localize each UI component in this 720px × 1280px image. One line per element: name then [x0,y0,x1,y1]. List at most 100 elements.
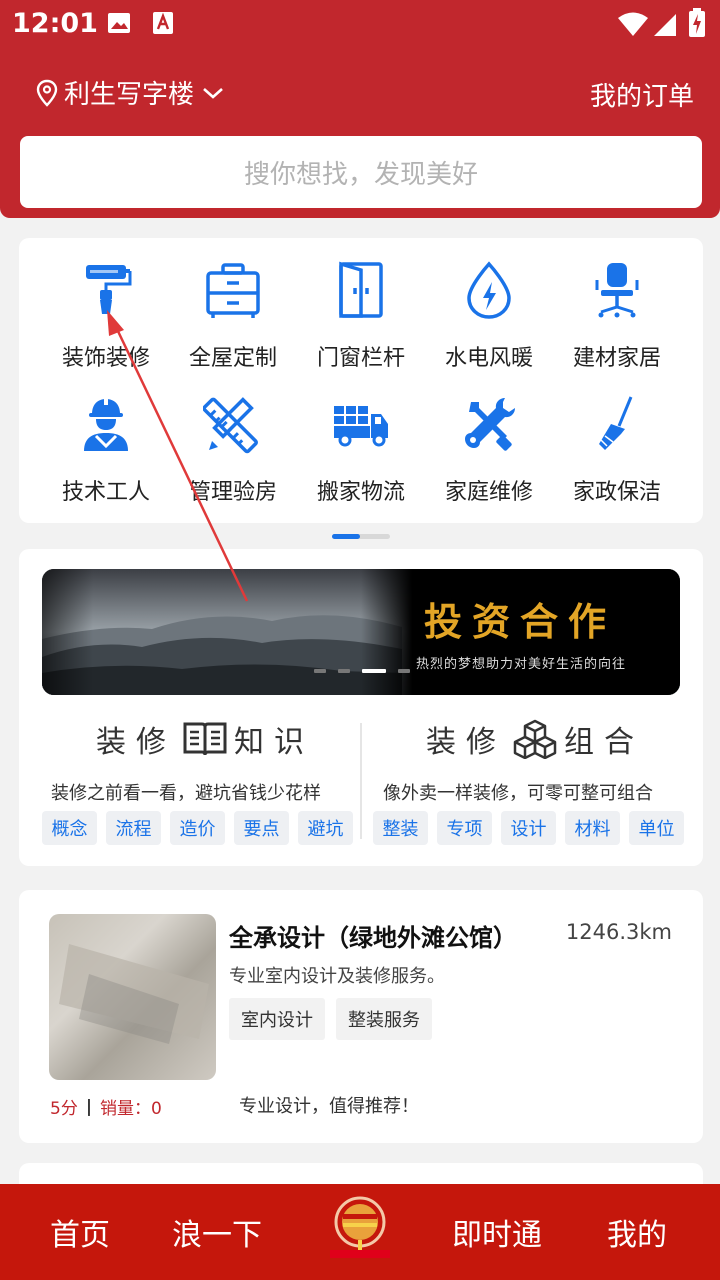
cubes-icon [513,719,557,759]
category-technicians[interactable]: 技术工人 [41,394,171,506]
category-inspection[interactable]: 管理验房 [168,394,298,506]
knowledge-tag[interactable]: 要点 [234,811,289,845]
section-divider [360,723,362,839]
shop-name: 全承设计（绿地外滩公馆） [229,924,517,952]
status-bar: 12:01 [0,0,720,50]
search-input[interactable]: 搜你想找，发现美好 [20,136,702,208]
image-notification-icon [108,13,130,33]
combo-tag[interactable]: 设计 [501,811,556,845]
cabinet-icon [206,263,260,318]
nav-home[interactable]: 首页 [50,1210,110,1254]
banner-subtitle: 热烈的梦想助力对美好生活的向往 [416,657,627,672]
knowledge-tag[interactable]: 流程 [106,811,161,845]
door-icon [339,261,383,318]
category-label: 家政保洁 [572,480,661,505]
category-plumbing-electric[interactable]: 水电风暖 [424,260,554,372]
shop-card[interactable]: 全承设计（绿地外滩公馆） 1246.3km 专业室内设计及装修服务。 室内设计 … [19,890,703,1143]
header: 12:01 利生写字楼 我的订单 搜你想找，发现美好 [0,0,720,218]
shop-description: 专业室内设计及装修服务。 [229,966,445,987]
category-building-materials[interactable]: 建材家居 [552,260,682,372]
category-housekeeping[interactable]: 家政保洁 [552,394,682,506]
location-label: 利生写字楼 [64,80,195,110]
category-home-repair[interactable]: 家庭维修 [424,394,554,506]
shop-note: 专业设计，值得推荐！ [239,1096,419,1117]
combo-tag[interactable]: 单位 [629,811,684,845]
category-grid: 装饰装修 全屋定制 门窗栏杆 水电风暖 建材家居 技术工人 管理验房 搬家物流 … [19,238,703,523]
shop-score: 5分 [50,1099,78,1119]
tools-icon [465,398,515,451]
banner-carousel[interactable]: 投资合作 热烈的梦想助力对美好生活的向往 [42,569,680,695]
broom-icon [599,396,633,450]
category-label: 水电风暖 [444,346,533,371]
knowledge-title[interactable]: 装修 知识 [96,717,314,761]
open-book-icon [183,722,227,756]
stats-separator: | [85,1096,93,1117]
banner-dot-active [362,669,386,673]
banner-indicator [314,669,410,673]
nav-wave[interactable]: 浪一下 [172,1210,262,1254]
category-label: 家庭维修 [444,480,533,505]
office-chair-icon [595,263,639,318]
shop-stats: 5分 | 销量：0 [50,1094,162,1120]
shop-distance: 1246.3km [565,920,672,944]
category-label: 搬家物流 [316,480,405,505]
category-label: 建材家居 [572,346,661,371]
my-orders-link[interactable]: 我的订单 [590,76,694,113]
shop-photo [49,914,216,1080]
banner-dot [314,669,326,673]
knowledge-tag[interactable]: 造价 [170,811,225,845]
paint-roller-icon [86,265,132,314]
shop-tag: 整装服务 [336,998,432,1040]
bottom-nav: 首页 浪一下 即时通 我的 [0,1184,720,1280]
banner-title: 投资合作 [424,599,617,644]
promo-card: 投资合作 热烈的梦想助力对美好生活的向往 装修 知识 装修之前看一看，避坑省钱少… [19,549,703,866]
knowledge-tag[interactable]: 概念 [42,811,97,845]
category-label: 管理验房 [188,480,277,505]
category-custom-furniture[interactable]: 全屋定制 [168,260,298,372]
nav-mine[interactable]: 我的 [607,1210,667,1254]
combo-tags: 整装 专项 设计 材料 单位 [373,811,684,845]
combo-tag[interactable]: 整装 [373,811,428,845]
battery-charging-icon [689,8,705,37]
location-pin-icon [36,79,58,107]
category-label: 装饰装修 [61,346,150,371]
category-decoration[interactable]: 装饰装修 [41,260,171,372]
combo-title-left: 装修 [426,725,506,760]
category-moving[interactable]: 搬家物流 [296,394,426,506]
ruler-pencil-icon [203,397,258,454]
chevron-down-icon [203,87,223,99]
knowledge-desc: 装修之前看一看，避坑省钱少花样 [51,783,321,804]
page-indicator-active [332,534,360,539]
category-label: 技术工人 [61,480,150,505]
combo-tag[interactable]: 材料 [565,811,620,845]
location-selector[interactable]: 利生写字楼 [36,74,226,111]
knowledge-tag[interactable]: 避坑 [298,811,353,845]
category-label: 门窗栏杆 [316,346,405,371]
combo-title[interactable]: 装修 组合 [426,717,644,761]
combo-desc: 像外卖一样装修，可零可整可组合 [383,783,653,804]
banner-dot [398,669,410,673]
app-notification-icon [153,12,173,34]
knowledge-title-right: 知识 [234,725,314,760]
shop-sales: 0 [151,1099,162,1119]
worker-icon [84,397,128,451]
shop-tags: 室内设计 整装服务 [229,998,432,1040]
category-page-indicator [332,534,390,539]
wifi-icon [618,12,648,36]
lantern-center-icon[interactable] [330,1194,390,1258]
knowledge-title-left: 装修 [96,725,176,760]
combo-tag[interactable]: 专项 [437,811,492,845]
knowledge-tags: 概念 流程 造价 要点 避坑 [42,811,353,845]
cell-signal-icon [654,14,676,36]
water-electric-icon [467,261,511,319]
category-doors-windows[interactable]: 门窗栏杆 [296,260,426,372]
shop-sales-label: 销量： [100,1099,152,1119]
combo-title-right: 组合 [564,725,644,760]
banner-dot [338,669,350,673]
shop-tag: 室内设计 [229,998,325,1040]
nav-chat[interactable]: 即时通 [452,1210,542,1254]
truck-icon [334,406,388,447]
status-time: 12:01 [12,8,98,39]
category-label: 全屋定制 [188,346,277,371]
company-sign-image [59,944,209,1044]
